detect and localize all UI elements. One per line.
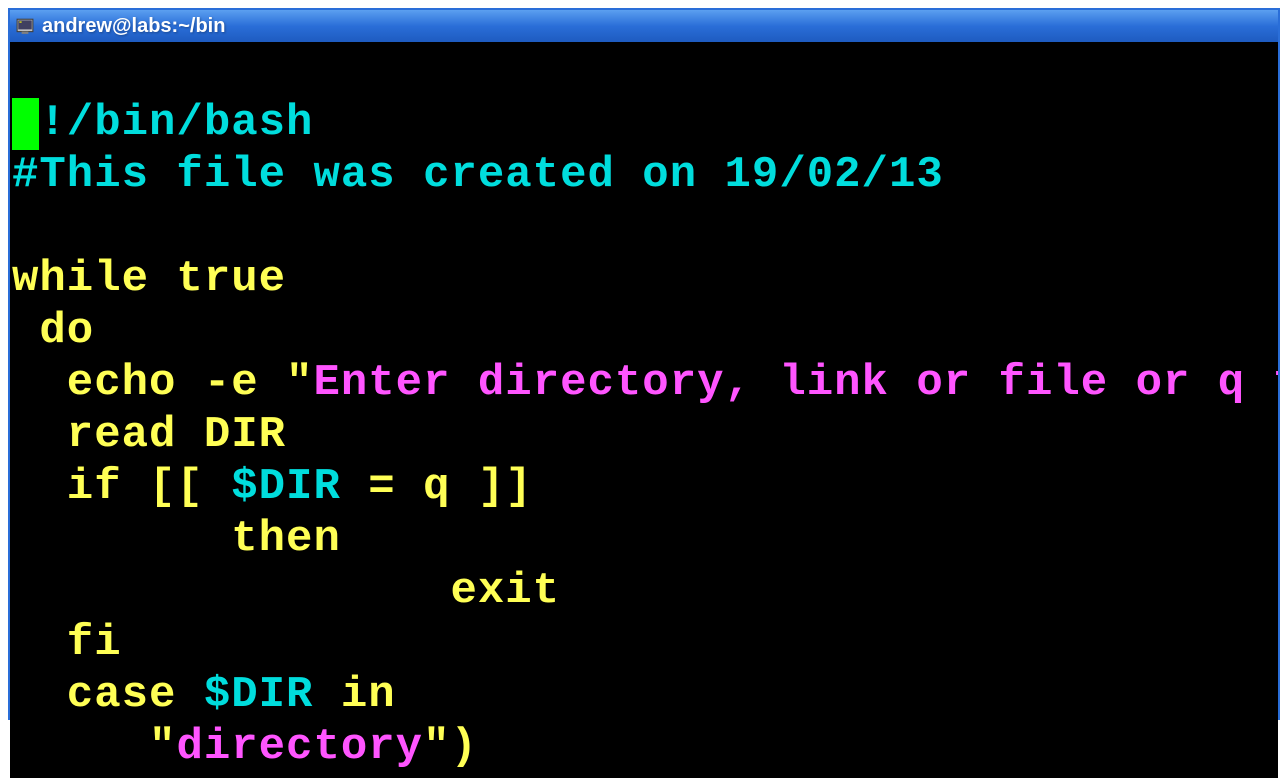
code-line-11: fi: [12, 618, 1276, 670]
code-line-5: do: [12, 306, 1276, 358]
read-cmd: read DIR: [12, 410, 286, 460]
variable-dir-2: $DIR: [204, 670, 314, 720]
terminal-content[interactable]: #!/bin/bash#This file was created on 19/…: [10, 42, 1278, 778]
keyword-exit: exit: [12, 566, 560, 616]
keyword-if: if: [12, 462, 122, 512]
code-line-12: case $DIR in: [12, 670, 1276, 722]
keyword-fi: fi: [12, 618, 122, 668]
code-line-6: echo -e "Enter directory, link or file o…: [12, 358, 1276, 410]
bracket-open: [[: [122, 462, 232, 512]
condition-eq: = q ]]: [341, 462, 533, 512]
keyword-while: while: [12, 254, 149, 304]
string-literal: Enter directory, link or file or q t: [313, 358, 1278, 408]
code-line-10: exit: [12, 566, 1276, 618]
keyword-do: do: [12, 306, 94, 356]
literal-true: true: [149, 254, 286, 304]
variable-dir: $DIR: [231, 462, 341, 512]
window-title: andrew@labs:~/bin: [42, 15, 225, 38]
case-quote-close: ": [423, 722, 450, 772]
case-string: directory: [176, 722, 423, 772]
terminal-window: andrew@labs:~/bin #!/bin/bash#This file …: [8, 8, 1280, 720]
case-paren: ): [450, 722, 477, 772]
comment-text: #This file was created on 19/02/13: [12, 150, 944, 200]
code-line-1: #!/bin/bash: [12, 98, 1276, 150]
putty-icon: [16, 17, 34, 35]
cursor: #: [12, 98, 39, 150]
quote-open: ": [286, 358, 313, 408]
code-line-7: read DIR: [12, 410, 1276, 462]
keyword-then: then: [12, 514, 341, 564]
keyword-in: in: [313, 670, 395, 720]
case-quote-open: ": [149, 722, 176, 772]
code-line-13: "directory"): [12, 722, 1276, 774]
shebang: !/bin/bash: [39, 98, 313, 148]
code-line-9: then: [12, 514, 1276, 566]
echo-cmd: echo -e: [12, 358, 286, 408]
code-line-8: if [[ $DIR = q ]]: [12, 462, 1276, 514]
code-line-4: while true: [12, 254, 1276, 306]
code-line-2: #This file was created on 19/02/13: [12, 150, 1276, 202]
titlebar[interactable]: andrew@labs:~/bin: [10, 10, 1278, 42]
code-line-3: [12, 202, 1276, 254]
keyword-case: case: [12, 670, 176, 720]
